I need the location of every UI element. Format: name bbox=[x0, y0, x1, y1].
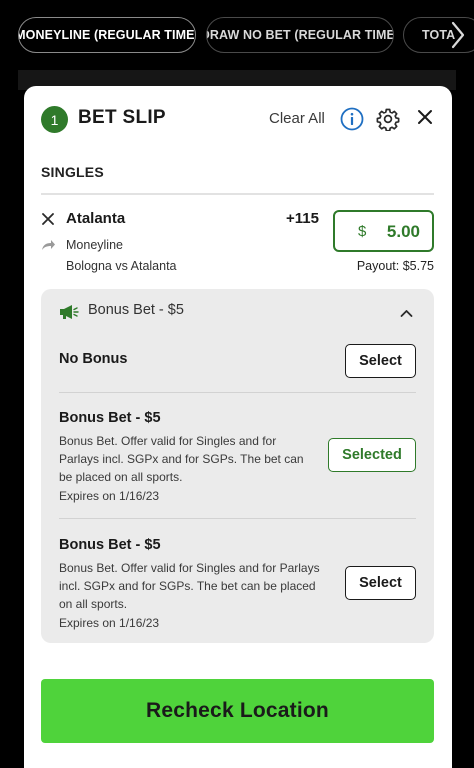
bet-count-badge: 1 bbox=[41, 106, 68, 133]
payout-text: Payout: $5.75 bbox=[356, 259, 434, 273]
close-icon[interactable] bbox=[417, 109, 433, 125]
bonus-option-description: Bonus Bet. Offer valid for Singles and f… bbox=[59, 561, 320, 611]
selection-event: Bologna vs Atalanta bbox=[66, 259, 177, 273]
selection-market: Moneyline bbox=[66, 238, 123, 252]
section-label-singles: SINGLES bbox=[41, 164, 104, 180]
bonus-option-description: Bonus Bet. Offer valid for Singles and f… bbox=[59, 434, 304, 484]
bonus-bet-section: Bonus Bet - $5 No Bonus Select Bonus Bet… bbox=[41, 289, 434, 643]
info-icon[interactable] bbox=[340, 107, 364, 131]
section-divider bbox=[41, 193, 434, 195]
bonus-option-title: Bonus Bet - $5 bbox=[59, 410, 161, 426]
clear-all-button[interactable]: Clear All bbox=[269, 110, 325, 127]
recheck-location-button[interactable]: Recheck Location bbox=[41, 679, 434, 743]
bonus-option-expiry: Expires on 1/16/23 bbox=[59, 616, 160, 630]
select-no-bonus-button[interactable]: Select bbox=[345, 344, 416, 378]
select-bonus-button[interactable]: Select bbox=[345, 566, 416, 600]
megaphone-icon bbox=[60, 305, 79, 319]
chevron-up-icon[interactable] bbox=[400, 309, 413, 317]
stake-amount: 5.00 bbox=[386, 222, 420, 241]
selected-bonus-button[interactable]: Selected bbox=[328, 438, 416, 472]
share-arrow-icon bbox=[42, 240, 55, 250]
option-divider bbox=[59, 518, 416, 519]
remove-icon[interactable] bbox=[42, 213, 54, 225]
option-divider bbox=[59, 392, 416, 393]
selection-team: Atalanta bbox=[66, 210, 126, 227]
tab-moneyline-regular-time[interactable]: MONEYLINE (REGULAR TIME) bbox=[18, 17, 196, 53]
selection-odds: +115 bbox=[286, 210, 319, 227]
stake-input[interactable]: $ 5.00 bbox=[333, 210, 434, 252]
bonus-option-expiry: Expires on 1/16/23 bbox=[59, 489, 160, 503]
bet-slip-title: BET SLIP bbox=[78, 107, 166, 128]
bonus-option-title: No Bonus bbox=[59, 351, 128, 367]
market-filter-bar: MONEYLINE (REGULAR TIME) DRAW NO BET (RE… bbox=[0, 0, 474, 70]
tab-draw-no-bet-regular-time[interactable]: DRAW NO BET (REGULAR TIME) bbox=[206, 17, 394, 53]
bet-slip-panel: 1 BET SLIP Clear All SINGLES Atalanta +1… bbox=[24, 86, 452, 768]
stake-currency: $ bbox=[358, 223, 367, 240]
bonus-header[interactable]: Bonus Bet - $5 bbox=[88, 302, 184, 318]
bonus-option-title: Bonus Bet - $5 bbox=[59, 537, 161, 553]
chevron-right-icon[interactable] bbox=[448, 20, 468, 50]
gear-icon[interactable] bbox=[376, 107, 400, 131]
bet-slip-header: 1 BET SLIP Clear All bbox=[24, 86, 452, 150]
